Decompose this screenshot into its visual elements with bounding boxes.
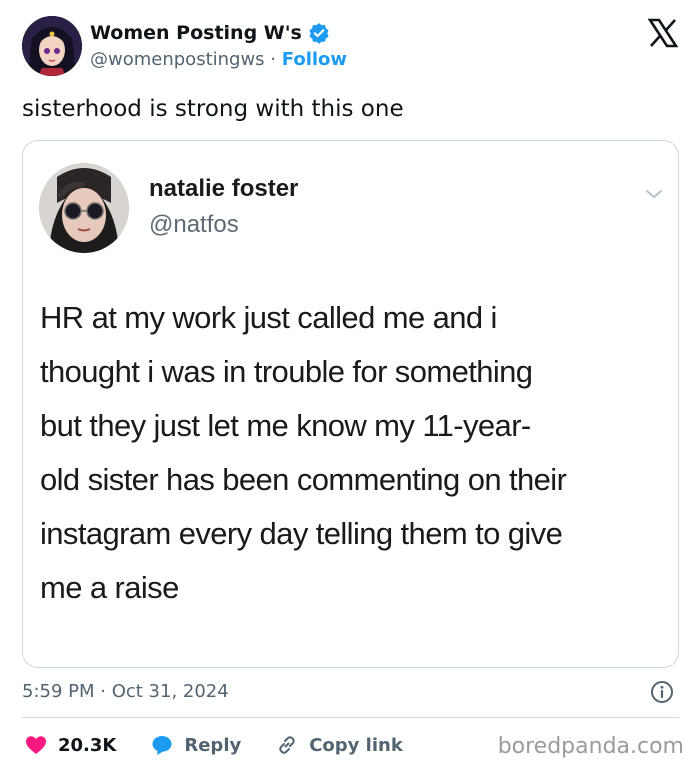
verified-badge-icon <box>309 23 329 44</box>
link-icon <box>279 736 295 754</box>
author-handle[interactable]: @womenpostingws <box>90 49 265 70</box>
quoted-line: old sister has been commenting on their <box>40 462 567 497</box>
quoted-author-avatar <box>39 163 129 253</box>
watermark: boredpanda.com <box>497 734 684 759</box>
author-block: Women Posting W's @womenpostingws · Foll… <box>90 20 347 73</box>
chevron-down-icon[interactable] <box>644 187 664 201</box>
author-avatar[interactable] <box>22 16 82 76</box>
quoted-tweet-body: HR at my work just called me and i thoug… <box>40 291 670 615</box>
reply-button[interactable]: Reply <box>150 733 241 757</box>
quoted-author-handle: @natfos <box>149 211 239 238</box>
tweet-text: sisterhood is strong with this one <box>22 96 404 122</box>
quoted-line: thought i was in trouble for something <box>40 354 533 389</box>
handle-separator: · <box>270 49 277 70</box>
copy-link-button[interactable]: Copy link <box>275 733 403 757</box>
quoted-line: me a raise <box>40 570 179 605</box>
quoted-avatar-photo <box>39 163 129 253</box>
author-avatar-illustration <box>22 16 82 76</box>
quoted-tweet-card[interactable]: natalie foster @natfos HR at my work jus… <box>22 140 679 668</box>
quoted-line: instagram every day telling them to give <box>40 516 563 551</box>
divider <box>22 717 679 718</box>
copy-link-label: Copy link <box>309 734 403 756</box>
action-bar: 20.3K Reply Copy link <box>24 730 437 760</box>
reply-label: Reply <box>184 734 242 756</box>
reply-bubble-icon <box>152 736 172 755</box>
quoted-line: but they just let me know my 11-year- <box>40 408 531 443</box>
author-name-line: Women Posting W's <box>90 20 347 46</box>
like-count: 20.3K <box>58 734 117 756</box>
quoted-author-name: natalie foster <box>149 175 299 202</box>
tweet-header: Women Posting W's @womenpostingws · Foll… <box>22 14 682 84</box>
heart-icon <box>26 736 46 754</box>
author-handle-line: @womenpostingws · Follow <box>90 47 347 73</box>
tweet-timestamp[interactable]: 5:59 PM · Oct 31, 2024 <box>22 680 229 704</box>
x-logo-icon[interactable] <box>648 18 678 48</box>
quoted-line: HR at my work just called me and i <box>40 300 497 335</box>
like-button[interactable]: 20.3K <box>24 733 116 757</box>
follow-button[interactable]: Follow <box>282 49 347 70</box>
info-icon[interactable] <box>650 680 674 704</box>
author-display-name[interactable]: Women Posting W's <box>90 20 302 46</box>
